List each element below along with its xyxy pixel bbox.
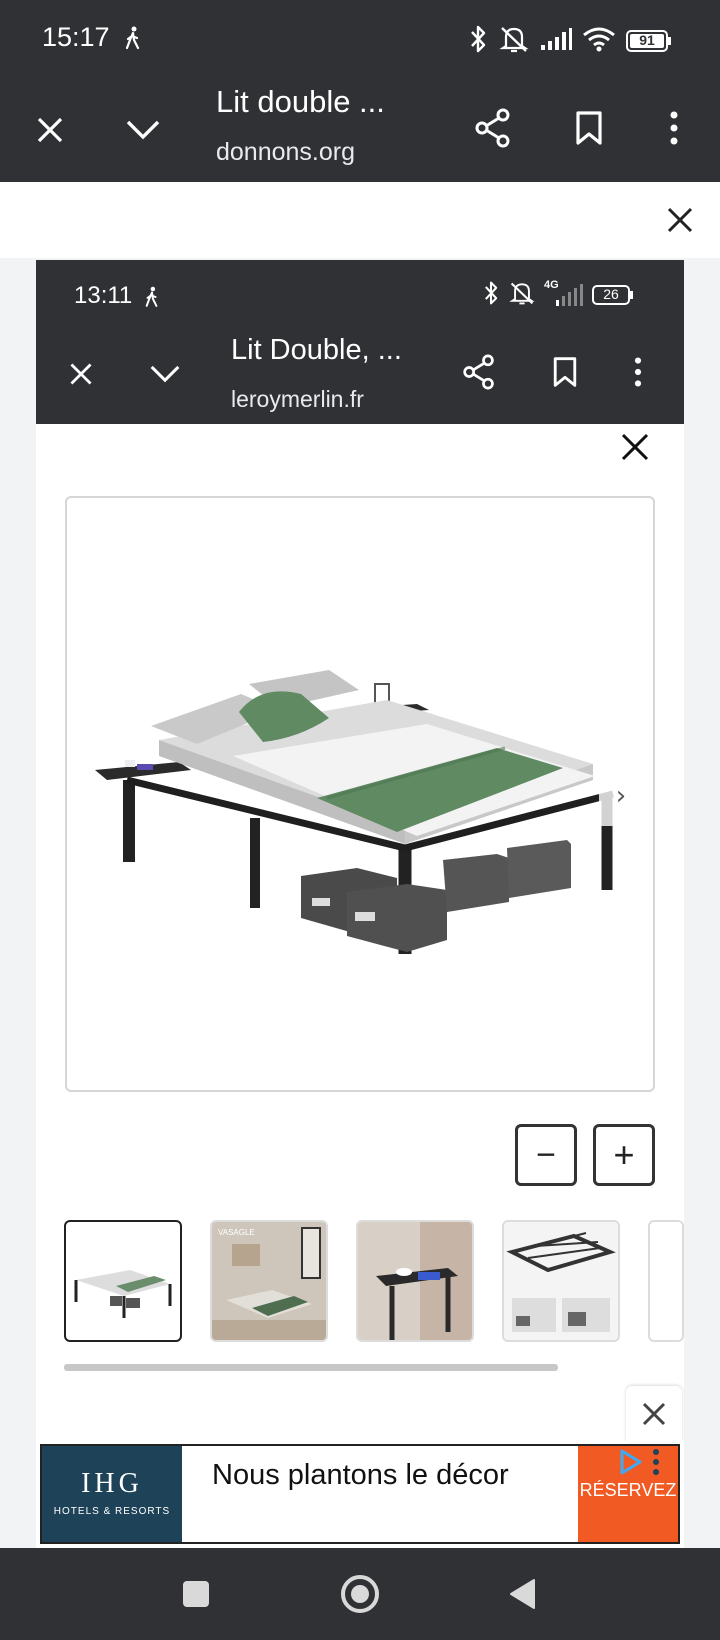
signal-icon bbox=[540, 27, 572, 55]
thumbnail-4[interactable] bbox=[502, 1220, 620, 1342]
thumbnail-sidetable-image bbox=[358, 1222, 472, 1340]
page-url: leroymerlin.fr bbox=[231, 386, 364, 412]
zoom-out-button[interactable]: − bbox=[515, 1124, 577, 1186]
home-button[interactable] bbox=[336, 1568, 384, 1620]
more-options-button[interactable] bbox=[620, 346, 656, 398]
embedded-screenshot: 13:11 4G 26 Lit Double, ... leroymerlin.… bbox=[36, 260, 684, 1548]
gallery-close-button[interactable] bbox=[612, 424, 658, 470]
page-title: Lit double ... bbox=[216, 84, 385, 119]
ad-cta-button[interactable]: RÉSERVEZ bbox=[578, 1446, 678, 1542]
chevron-right-icon: › bbox=[615, 781, 627, 811]
status-time: 15:17 bbox=[42, 22, 110, 52]
square-nav-icon bbox=[183, 1581, 209, 1607]
share-button[interactable] bbox=[456, 346, 502, 398]
page-url: donnons.org bbox=[216, 138, 356, 166]
back-button[interactable] bbox=[500, 1570, 544, 1618]
inner-browser-toolbar: Lit Double, ... leroymerlin.fr bbox=[36, 324, 684, 424]
close-icon bbox=[70, 363, 92, 385]
share-icon bbox=[463, 354, 494, 390]
mute-bell-icon bbox=[508, 280, 536, 310]
plus-icon: + bbox=[613, 1134, 635, 1175]
close-icon bbox=[621, 433, 649, 461]
thumbnail-3[interactable] bbox=[356, 1220, 474, 1342]
walking-icon bbox=[144, 286, 160, 312]
chevron-down-icon bbox=[150, 365, 180, 383]
close-tab-button[interactable] bbox=[56, 348, 106, 400]
signal-icon: 4G bbox=[544, 279, 584, 307]
zoom-in-button[interactable]: + bbox=[593, 1124, 655, 1186]
bookmark-icon bbox=[576, 111, 602, 145]
more-vert-icon bbox=[634, 357, 642, 387]
bluetooth-icon bbox=[482, 280, 500, 310]
ad-close-button[interactable] bbox=[626, 1386, 682, 1442]
back-nav-icon bbox=[510, 1579, 535, 1609]
recent-apps-button[interactable] bbox=[176, 1570, 216, 1618]
mute-bell-icon bbox=[498, 24, 530, 58]
minus-icon: − bbox=[536, 1135, 556, 1174]
more-options-button[interactable] bbox=[654, 100, 694, 156]
share-icon bbox=[475, 108, 510, 148]
ad-cta-label: RÉSERVEZ bbox=[579, 1480, 677, 1500]
share-button[interactable] bbox=[468, 100, 518, 156]
battery-level: 91 bbox=[639, 32, 655, 48]
system-navigation-bar bbox=[0, 1548, 720, 1640]
thumbnail-room-image bbox=[212, 1222, 326, 1340]
bluetooth-icon bbox=[468, 24, 488, 58]
ihg-logo: IHG HOTELS & RESORTS bbox=[42, 1446, 182, 1542]
thumbnail-1[interactable] bbox=[64, 1220, 182, 1342]
thumbnail-frame-image bbox=[504, 1222, 618, 1340]
inner-status-bar: 13:11 4G 26 bbox=[36, 260, 684, 324]
outer-browser-toolbar: Lit double ... donnons.org bbox=[0, 78, 720, 182]
bookmark-button[interactable] bbox=[542, 346, 588, 398]
close-icon bbox=[37, 117, 63, 143]
battery-icon: 26 bbox=[592, 284, 634, 306]
circle-nav-icon bbox=[341, 1575, 379, 1613]
thumbnail-bed-image bbox=[74, 1270, 172, 1318]
close-tab-button[interactable] bbox=[22, 102, 78, 158]
more-vert-icon bbox=[670, 111, 678, 145]
thumbnail-2[interactable]: VASAGLE bbox=[210, 1220, 328, 1342]
thumbnail-scrollbar[interactable] bbox=[64, 1364, 558, 1371]
outer-close-button[interactable] bbox=[656, 196, 704, 244]
ad-banner[interactable]: IHG HOTELS & RESORTS Nous plantons le dé… bbox=[40, 1444, 680, 1544]
close-icon bbox=[642, 1402, 666, 1426]
adchoices-icon[interactable] bbox=[618, 1448, 668, 1476]
close-icon bbox=[667, 207, 693, 233]
minimize-button[interactable] bbox=[138, 348, 192, 400]
thumbnail-caption: VASAGLE bbox=[218, 1228, 255, 1237]
next-image-button[interactable]: › bbox=[599, 766, 643, 826]
page-title: Lit Double, ... bbox=[231, 334, 402, 366]
chevron-down-icon bbox=[126, 120, 160, 140]
ad-headline: Nous plantons le décor bbox=[212, 1459, 509, 1491]
bookmark-button[interactable] bbox=[564, 100, 614, 156]
bed-illustration bbox=[95, 670, 614, 954]
ad-brand-sub: HOTELS & RESORTS bbox=[53, 1506, 171, 1517]
bookmark-icon bbox=[553, 357, 577, 387]
outer-status-bar: 15:17 91 bbox=[0, 0, 720, 78]
thumbnail-strip: VASAGLE bbox=[64, 1220, 684, 1344]
wifi-icon bbox=[582, 26, 616, 56]
outer-dismiss-strip bbox=[0, 182, 720, 258]
walking-icon bbox=[124, 26, 142, 54]
minimize-button[interactable] bbox=[114, 102, 172, 158]
battery-level: 26 bbox=[603, 286, 619, 302]
inner-status-time: 13:11 bbox=[74, 282, 133, 309]
thumbnail-5[interactable] bbox=[648, 1220, 684, 1342]
ad-brand: IHG bbox=[81, 1468, 143, 1499]
product-main-image[interactable]: › bbox=[65, 496, 655, 1092]
battery-icon: 91 bbox=[626, 29, 672, 53]
